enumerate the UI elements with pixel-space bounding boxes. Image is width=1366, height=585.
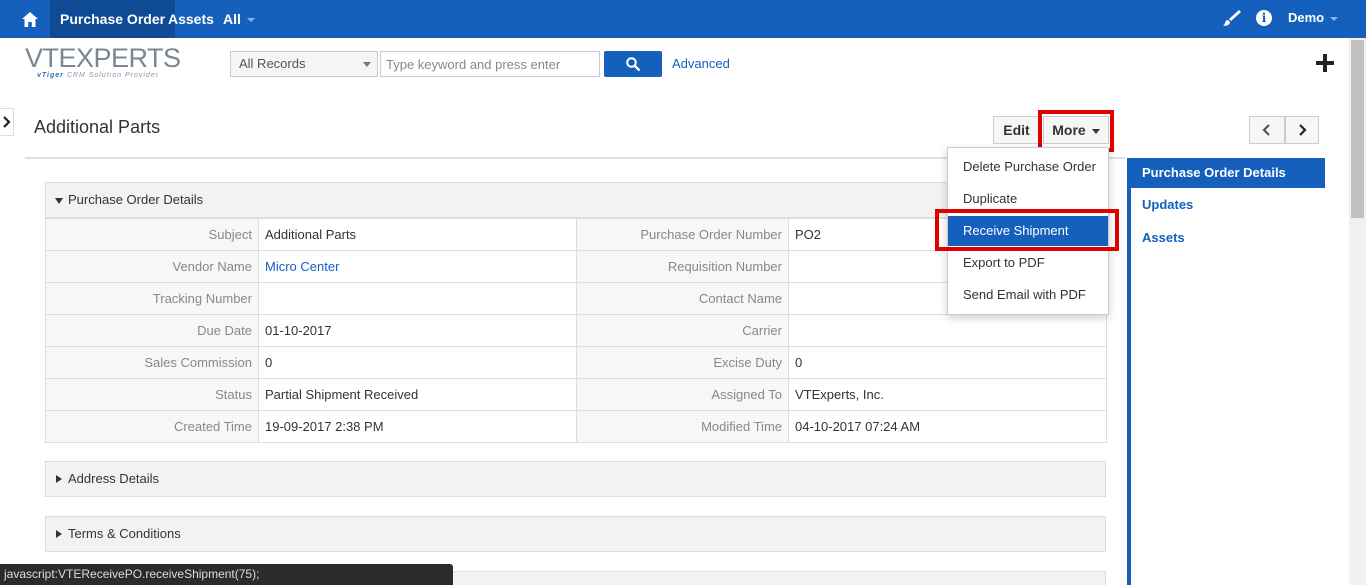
field-value: 19-09-2017 2:38 PM bbox=[258, 410, 577, 443]
top-navbar: Purchase Order Assets All i Demo bbox=[0, 0, 1366, 38]
field-label: Due Date bbox=[45, 314, 259, 347]
edit-button[interactable]: Edit bbox=[993, 116, 1040, 144]
search-icon bbox=[626, 57, 640, 71]
next-record-button[interactable] bbox=[1285, 116, 1319, 144]
field-value bbox=[258, 282, 577, 315]
info-icon[interactable]: i bbox=[1256, 10, 1272, 26]
search-input[interactable] bbox=[380, 51, 600, 77]
menu-item-receive-shipment[interactable]: Receive Shipment bbox=[948, 216, 1108, 246]
previous-record-button[interactable] bbox=[1249, 116, 1285, 144]
table-row: Status Partial Shipment Received Assigne… bbox=[45, 378, 1107, 411]
vendor-link[interactable]: Micro Center bbox=[258, 250, 577, 283]
menu-item-export-to-pdf[interactable]: Export to PDF bbox=[948, 248, 1108, 278]
panel-link-assets[interactable]: Assets bbox=[1131, 223, 1325, 253]
chevron-down-icon bbox=[246, 18, 255, 23]
nav-tab-all[interactable]: All bbox=[213, 0, 265, 38]
nav-tab-label: All bbox=[223, 11, 241, 27]
menu-item-delete-purchase-order[interactable]: Delete Purchase Order bbox=[948, 152, 1108, 182]
chevron-down-icon bbox=[363, 62, 371, 67]
chevron-left-icon bbox=[1262, 124, 1270, 136]
logo-tagline-rest: CRM Solution Provider bbox=[66, 72, 160, 79]
nav-tab-label: Purchase Order bbox=[60, 11, 166, 27]
menu-item-send-email-with-pdf[interactable]: Send Email with PDF bbox=[948, 280, 1108, 310]
advanced-search-link[interactable]: Advanced bbox=[672, 56, 730, 71]
field-label: Requisition Number bbox=[576, 250, 789, 283]
logo-text: VTEXPERTS bbox=[25, 43, 181, 73]
field-label: Modified Time bbox=[576, 410, 789, 443]
more-button-label: More bbox=[1052, 122, 1086, 138]
field-value: Partial Shipment Received bbox=[258, 378, 577, 411]
caret-right-icon bbox=[56, 530, 62, 538]
caret-right-icon bbox=[56, 475, 62, 483]
field-label: Status bbox=[45, 378, 259, 411]
browser-status-bar: javascript:VTEReceivePO.receiveShipment(… bbox=[0, 564, 453, 585]
nav-tab-purchase-order[interactable]: Purchase Order bbox=[50, 0, 176, 38]
field-label: Contact Name bbox=[576, 282, 789, 315]
field-value: 0 bbox=[788, 346, 1107, 379]
field-label: Assigned To bbox=[576, 378, 789, 411]
more-dropdown-menu: Delete Purchase Order Duplicate Receive … bbox=[947, 147, 1109, 315]
field-label: Tracking Number bbox=[45, 282, 259, 315]
nav-tab-label: Assets bbox=[168, 11, 214, 27]
chevron-down-icon bbox=[1330, 16, 1339, 21]
caret-down-icon bbox=[55, 198, 63, 204]
field-label: Carrier bbox=[576, 314, 789, 347]
field-value: 0 bbox=[258, 346, 577, 379]
company-logo[interactable]: VTEXPERTS vTiger CRM Solution Provider bbox=[25, 44, 185, 84]
logo-tagline-brand: vTiger bbox=[37, 72, 64, 79]
chevron-down-icon bbox=[1091, 128, 1100, 134]
field-label: Subject bbox=[45, 218, 259, 251]
more-button[interactable]: More bbox=[1043, 116, 1109, 144]
brush-icon[interactable] bbox=[1222, 8, 1242, 28]
block-title: Purchase Order Details bbox=[68, 192, 204, 207]
user-name: Demo bbox=[1288, 10, 1325, 25]
filter-value: All Records bbox=[239, 56, 306, 71]
field-label: Vendor Name bbox=[45, 250, 259, 283]
table-row: Created Time 19-09-2017 2:38 PM Modified… bbox=[45, 410, 1107, 443]
table-row: Sales Commission 0 Excise Duty 0 bbox=[45, 346, 1107, 379]
field-label: Excise Duty bbox=[576, 346, 789, 379]
panel-link-updates[interactable]: Updates bbox=[1131, 190, 1325, 220]
user-menu[interactable]: Demo bbox=[1288, 0, 1339, 36]
record-title: Additional Parts bbox=[34, 117, 161, 137]
field-value: VTExperts, Inc. bbox=[788, 378, 1107, 411]
panel-link-purchase-order-details[interactable]: Purchase Order Details bbox=[1131, 158, 1325, 188]
field-value: 01-10-2017 bbox=[258, 314, 577, 347]
chevron-right-icon bbox=[1299, 124, 1307, 136]
block-header-terms-conditions[interactable]: Terms & Conditions bbox=[45, 516, 1106, 552]
block-title: Address Details bbox=[68, 471, 160, 486]
field-value: 04-10-2017 07:24 AM bbox=[788, 410, 1107, 443]
search-button[interactable] bbox=[604, 51, 662, 77]
home-icon[interactable] bbox=[12, 0, 48, 38]
logo-tagline: vTiger CRM Solution Provider bbox=[37, 72, 159, 79]
scrollbar-thumb[interactable] bbox=[1351, 40, 1364, 218]
field-label: Sales Commission bbox=[45, 346, 259, 379]
field-value: Additional Parts bbox=[258, 218, 577, 251]
field-label: Purchase Order Number bbox=[576, 218, 789, 251]
block-title: Terms & Conditions bbox=[68, 526, 181, 541]
field-value bbox=[788, 314, 1107, 347]
chevron-right-icon bbox=[2, 116, 11, 128]
menu-item-duplicate[interactable]: Duplicate bbox=[948, 184, 1108, 214]
block-header-address-details[interactable]: Address Details bbox=[45, 461, 1106, 497]
table-row: Due Date 01-10-2017 Carrier bbox=[45, 314, 1107, 347]
sidebar-toggle[interactable] bbox=[0, 108, 14, 136]
field-label: Created Time bbox=[45, 410, 259, 443]
record-filter-select[interactable]: All Records bbox=[230, 51, 378, 77]
plus-icon[interactable] bbox=[1315, 53, 1335, 73]
